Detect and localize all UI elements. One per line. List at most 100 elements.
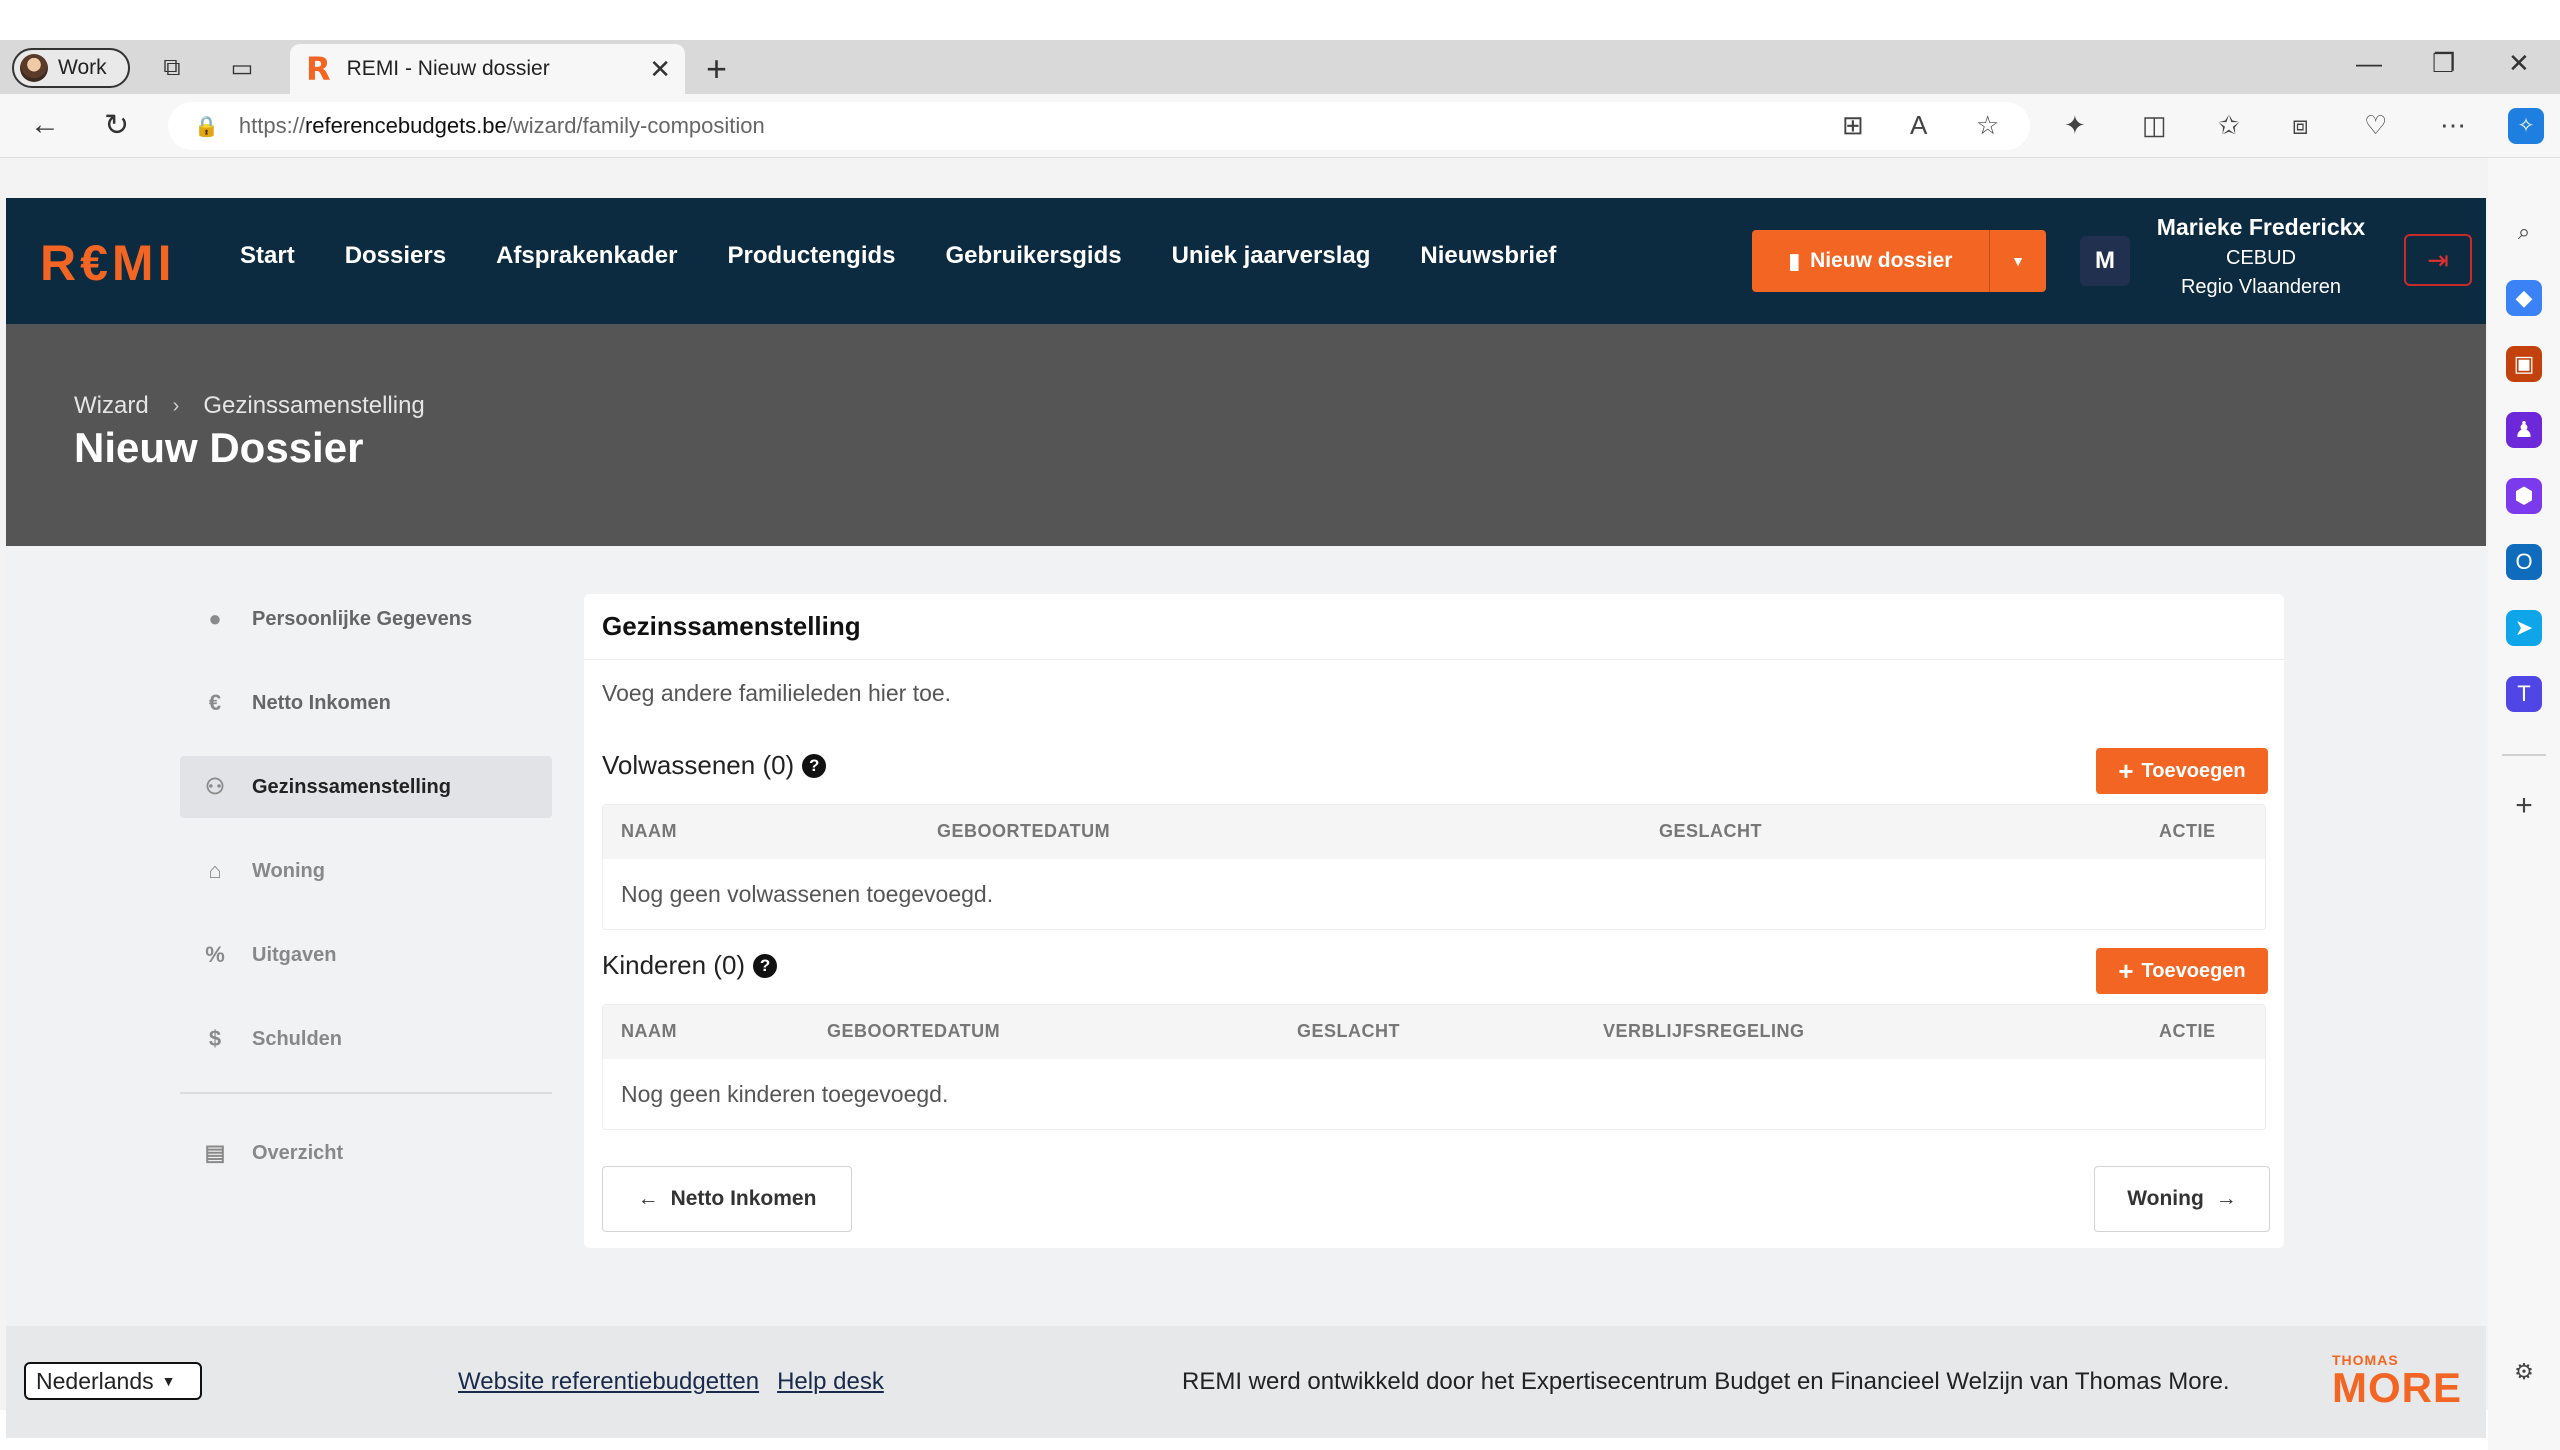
family-composition-card: Gezinssamenstelling Voeg andere familiel… [584, 594, 2284, 1248]
logo-big-text: MORE [2332, 1364, 2462, 1411]
user-org: CEBUD [2225, 247, 2296, 269]
outlook-icon[interactable]: O [2506, 544, 2542, 580]
add-child-button[interactable]: + Toevoegen [2096, 948, 2268, 994]
nav-dossiers[interactable]: Dossiers [345, 242, 446, 270]
remi-logo[interactable]: R€MI [40, 234, 175, 292]
favicon-icon: R [306, 50, 331, 88]
refresh-icon[interactable]: ↻ [104, 108, 129, 143]
profile-button[interactable]: Work [12, 48, 130, 88]
new-dossier-dropdown-icon[interactable]: ▼ [1990, 230, 2046, 292]
adults-title: Volwassenen (0) [602, 750, 795, 780]
step-label: Schulden [252, 1027, 343, 1050]
logout-icon[interactable]: ⇥ [2404, 234, 2472, 286]
more-options-icon[interactable]: ⋯ [2440, 110, 2466, 141]
helpdesk-link[interactable]: Help desk [777, 1368, 884, 1396]
user-info: Marieke Frederickx CEBUD Regio Vlaandere… [2136, 214, 2386, 299]
language-select[interactable]: Nederlands ▼ [24, 1362, 202, 1400]
person-icon: ● [208, 606, 222, 631]
file-icon: ▮ [1788, 249, 1801, 273]
step-label: Overzicht [252, 1141, 344, 1164]
drop-icon[interactable]: ➤ [2506, 610, 2542, 646]
step-gezinssamenstelling[interactable]: ⚇ Gezinssamenstelling [180, 756, 552, 818]
add-sidebar-app-icon[interactable]: + [2506, 788, 2542, 824]
back-icon[interactable]: ← [30, 108, 60, 142]
step-netto-inkomen[interactable]: € Netto Inkomen [180, 672, 552, 734]
games-icon[interactable]: ♟ [2506, 412, 2542, 448]
breadcrumb: Wizard › Gezinssamenstelling [74, 392, 425, 420]
collections-icon[interactable]: ⧈ [2292, 110, 2309, 142]
tab-title: REMI - Nieuw dossier [346, 57, 550, 80]
window-close-icon[interactable]: ✕ [2508, 48, 2530, 79]
read-aloud-icon[interactable]: A [1910, 110, 1927, 141]
url-path: /wizard/family-composition [506, 113, 765, 138]
next-step-label: Woning [2127, 1187, 2204, 1210]
col-geslacht: GESLACHT [1659, 821, 1762, 841]
prev-step-button[interactable]: ← Netto Inkomen [602, 1166, 852, 1232]
step-persoonlijke-gegevens[interactable]: ● Persoonlijke Gegevens [180, 588, 552, 650]
nav-productengids[interactable]: Productengids [728, 242, 896, 270]
next-step-button[interactable]: Woning → [2094, 1166, 2270, 1232]
new-dossier-button[interactable]: ▮ Nieuw dossier [1752, 230, 1990, 292]
plus-icon: + [2118, 755, 2134, 786]
step-label: Netto Inkomen [252, 691, 391, 714]
debt-icon: $ [208, 1026, 222, 1051]
nav-uniek-jaarverslag[interactable]: Uniek jaarverslag [1172, 242, 1371, 270]
nav-nieuwsbrief[interactable]: Nieuwsbrief [1420, 242, 1556, 270]
help-question-icon[interactable]: ? [753, 953, 778, 978]
favorites-icon[interactable]: ✩ [2218, 110, 2240, 141]
edge-sidebar: ⌕ ◆ ▣ ♟ ⬢ O ➤ T + ⚙ [2488, 158, 2560, 1450]
address-bar-row: ← ↻ 🔒 https:// referencebudgets.be /wiza… [0, 94, 2560, 158]
close-tab-icon[interactable]: ✕ [649, 54, 671, 85]
split-screen-icon[interactable]: ◫ [2142, 110, 2167, 141]
workspaces-icon[interactable]: ⧉ [156, 52, 188, 84]
user-region: Regio Vlaanderen [2180, 276, 2342, 298]
nav-gebruikersgids[interactable]: Gebruikersgids [946, 242, 1122, 270]
new-dossier-label: Nieuw dossier [1810, 249, 1953, 272]
adults-section-title: Volwassenen (0) ? [602, 750, 827, 781]
tab-actions-icon[interactable]: ▭ [226, 52, 258, 84]
extensions-icon[interactable]: ✦ [2064, 110, 2086, 141]
col-naam: NAAM [621, 1021, 677, 1041]
children-empty-row: Nog geen kinderen toegevoegd. [621, 1080, 949, 1107]
help-question-icon[interactable]: ? [802, 753, 827, 778]
office-icon[interactable]: ⬢ [2506, 478, 2542, 514]
settings-gear-icon[interactable]: ⚙ [2506, 1354, 2542, 1390]
tools-icon[interactable]: ▣ [2506, 346, 2542, 382]
minimize-icon[interactable]: — [2356, 48, 2382, 79]
add-adult-button[interactable]: + Toevoegen [2096, 748, 2268, 794]
step-uitgaven[interactable]: % Uitgaven [180, 924, 552, 986]
card-title: Gezinssamenstelling [584, 594, 2284, 660]
step-schulden[interactable]: $ Schulden [180, 1008, 552, 1070]
page-title: Nieuw Dossier [74, 424, 364, 471]
nav-afsprakenkader[interactable]: Afsprakenkader [496, 242, 677, 270]
browser-essentials-icon[interactable]: ♡ [2364, 110, 2387, 141]
step-overzicht[interactable]: ▤ Overzicht [180, 1122, 552, 1184]
nav-start[interactable]: Start [240, 242, 295, 270]
thomas-more-logo[interactable]: THOMAS MORE [2332, 1352, 2462, 1411]
col-verblijfsregeling: VERBLIJFSREGELING [1603, 1021, 1805, 1041]
tab-strip: Work ⧉ ▭ R REMI - Nieuw dossier ✕ + — ❐ … [0, 40, 2560, 94]
breadcrumb-chevron-icon: › [172, 394, 180, 417]
profile-avatar [20, 54, 48, 82]
teams-icon[interactable]: T [2506, 676, 2542, 712]
new-dossier-split-button: ▮ Nieuw dossier ▼ [1752, 230, 2046, 292]
new-tab-icon[interactable]: + [706, 48, 727, 90]
active-tab[interactable]: R REMI - Nieuw dossier ✕ [290, 44, 685, 94]
copilot-icon[interactable]: ✧ [2508, 108, 2544, 144]
url-field[interactable]: 🔒 https:// referencebudgets.be /wizard/f… [168, 102, 2030, 150]
favorite-star-icon[interactable]: ☆ [1976, 110, 1999, 141]
restore-icon[interactable]: ❐ [2432, 48, 2455, 79]
plus-icon: + [2118, 955, 2134, 986]
percent-icon: % [205, 942, 225, 967]
user-avatar[interactable]: M [2080, 236, 2130, 286]
website-link[interactable]: Website referentiebudgetten [458, 1368, 759, 1396]
app-available-icon[interactable]: ⊞ [1842, 110, 1864, 141]
search-icon[interactable]: ⌕ [2506, 214, 2542, 250]
step-woning[interactable]: ⌂ Woning [180, 840, 552, 902]
breadcrumb-wizard[interactable]: Wizard [74, 392, 149, 420]
shopping-tag-icon[interactable]: ◆ [2506, 280, 2542, 316]
language-value: Nederlands [36, 1367, 154, 1394]
app-footer: Nederlands ▼ Website referentiebudgetten… [6, 1326, 2486, 1438]
wizard-steps: ● Persoonlijke Gegevens € Netto Inkomen … [180, 588, 552, 1206]
steps-divider [180, 1092, 552, 1094]
